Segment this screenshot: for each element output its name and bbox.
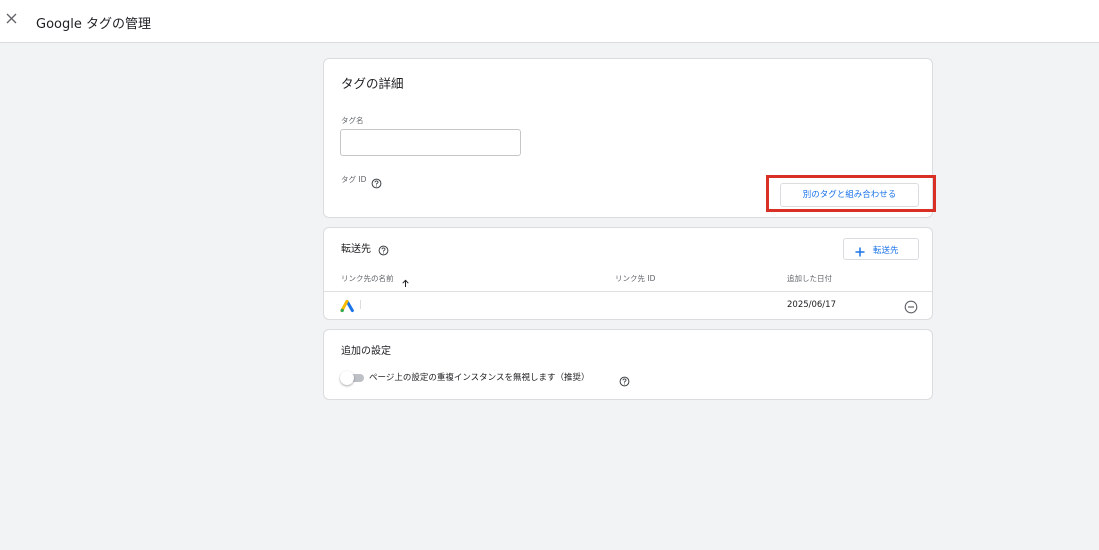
- help-icon[interactable]: [371, 174, 382, 189]
- ignore-duplicates-toggle[interactable]: [340, 371, 364, 385]
- column-header-id: リンク先 ID: [615, 274, 656, 283]
- tag-id-label: タグ ID: [341, 175, 367, 184]
- tag-details-card: タグの詳細 タグ名 タグ ID 別のタグと組み合わせる: [323, 58, 933, 218]
- destinations-card: 転送先 転送先 リンク先の名前 リンク先 ID 追加した日付 2025/06/1…: [323, 227, 933, 320]
- plus-icon: [854, 243, 866, 257]
- column-header-name[interactable]: リンク先の名前: [341, 273, 394, 284]
- top-bar: Google タグの管理: [0, 0, 1099, 43]
- page-title: Google タグの管理: [36, 17, 151, 32]
- tag-details-title: タグの詳細: [341, 76, 404, 91]
- date-added: 2025/06/17: [787, 300, 836, 310]
- additional-settings-title: 追加の設定: [341, 346, 391, 357]
- column-header-date: 追加した日付: [787, 274, 832, 283]
- help-icon[interactable]: [378, 241, 389, 256]
- toggle-thumb: [340, 371, 354, 385]
- remove-circle-icon[interactable]: [904, 299, 918, 314]
- tag-name-input[interactable]: [340, 129, 521, 156]
- close-icon[interactable]: [4, 10, 20, 28]
- divider: [360, 300, 361, 309]
- add-destination-label: 転送先: [873, 246, 899, 256]
- add-destination-button[interactable]: 転送先: [843, 238, 919, 260]
- help-icon[interactable]: [619, 372, 630, 387]
- google-ads-icon: [340, 298, 354, 313]
- additional-settings-card: 追加の設定 ページ上の設定の重複インスタンスを無視します（推奨）: [323, 329, 933, 400]
- ignore-duplicates-label: ページ上の設定の重複インスタンスを無視します（推奨）: [369, 373, 590, 383]
- combine-tag-button[interactable]: 別のタグと組み合わせる: [780, 183, 919, 207]
- destinations-title: 転送先: [341, 244, 371, 255]
- table-row: 2025/06/17: [324, 292, 932, 319]
- sort-arrow-up-icon[interactable]: [401, 273, 410, 287]
- tag-name-label: タグ名: [341, 116, 364, 125]
